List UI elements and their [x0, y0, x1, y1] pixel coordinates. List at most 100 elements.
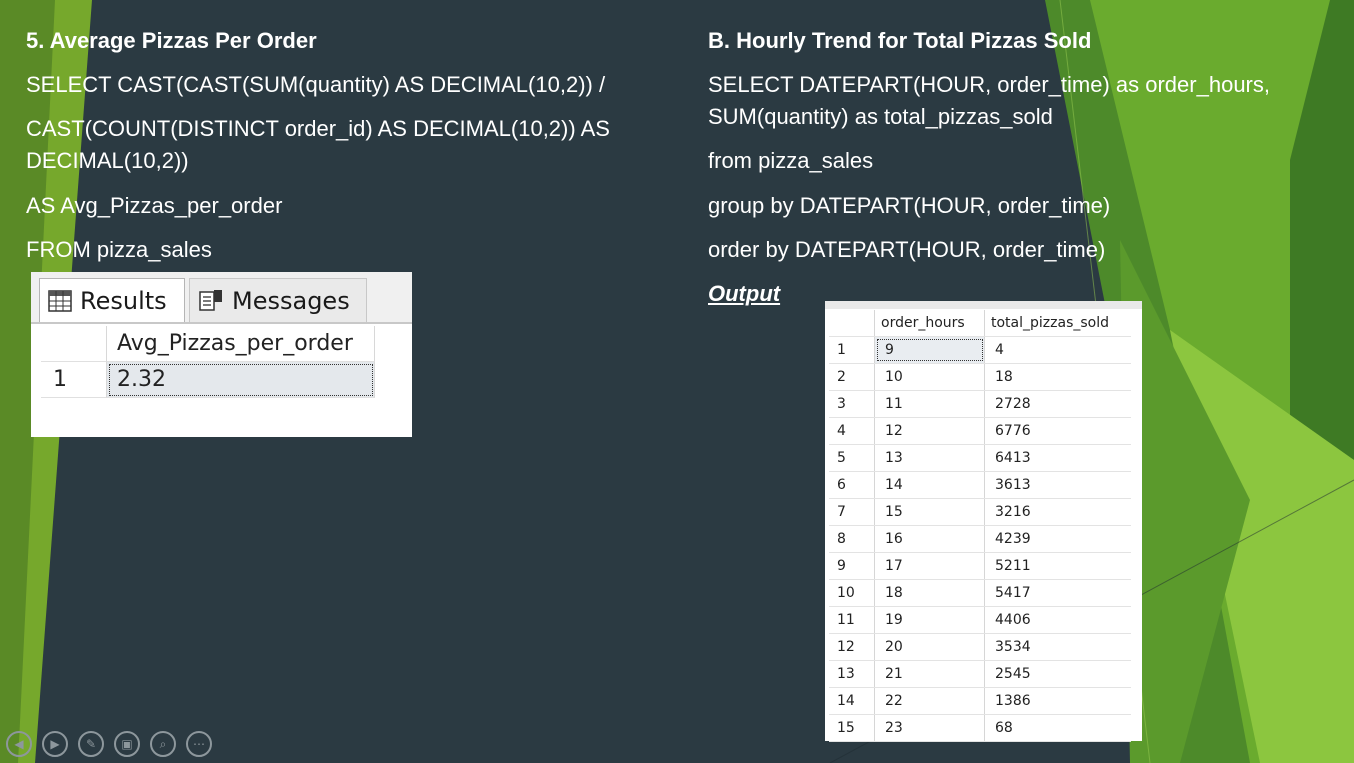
cell-total-pizzas[interactable]: 1386 — [985, 688, 1129, 714]
cell-order-hours[interactable]: 13 — [875, 445, 985, 471]
table-row: 2 10 18 — [829, 364, 1131, 391]
messages-icon — [199, 289, 222, 311]
table-row: 7 15 3216 — [829, 499, 1131, 526]
row-number[interactable]: 9 — [829, 553, 875, 579]
cell-order-hours[interactable]: 18 — [875, 580, 985, 606]
sql-line-3: DECIMAL(10,2)) — [26, 148, 189, 173]
row-number[interactable]: 1 — [41, 362, 107, 398]
grid-icon — [48, 289, 72, 312]
table-row: 8 16 4239 — [829, 526, 1131, 553]
sql-line-2: CAST(COUNT(DISTINCT order_id) AS DECIMAL… — [26, 116, 610, 141]
table-row: 10 18 5417 — [829, 580, 1131, 607]
table-row: 4 12 6776 — [829, 418, 1131, 445]
cell-order-hours[interactable]: 23 — [875, 715, 985, 741]
table-row: 13 21 2545 — [829, 661, 1131, 688]
cell-order-hours[interactable]: 22 — [875, 688, 985, 714]
cell-total-pizzas[interactable]: 3613 — [985, 472, 1129, 498]
more-icon[interactable]: ⋯ — [186, 731, 212, 757]
results-panel-avg: Results Messages Avg_Pizzas_per_order 1 … — [31, 272, 412, 437]
corner-cell — [829, 310, 875, 336]
column-header[interactable]: Avg_Pizzas_per_order — [107, 326, 375, 362]
table-row: 14 22 1386 — [829, 688, 1131, 715]
cell-total-pizzas[interactable]: 18 — [985, 364, 1129, 390]
row-number[interactable]: 1 — [829, 337, 875, 363]
result-cell[interactable]: 2.32 — [107, 362, 375, 398]
row-number[interactable]: 14 — [829, 688, 875, 714]
tab-results[interactable]: Results — [39, 278, 185, 322]
cell-total-pizzas[interactable]: 2728 — [985, 391, 1129, 417]
previous-icon[interactable]: ◀ — [6, 731, 32, 757]
cell-order-hours[interactable]: 14 — [875, 472, 985, 498]
cell-total-pizzas[interactable]: 3534 — [985, 634, 1129, 660]
tab-messages[interactable]: Messages — [189, 278, 367, 322]
sql-line-3: from pizza_sales — [708, 148, 874, 173]
cell-order-hours[interactable]: 12 — [875, 418, 985, 444]
output-label: Output — [708, 281, 781, 306]
row-number[interactable]: 5 — [829, 445, 875, 471]
sql-line-5: order by DATEPART(HOUR, order_time) — [708, 237, 1106, 262]
row-number[interactable]: 10 — [829, 580, 875, 606]
table-row: 1 2.32 — [41, 362, 407, 398]
grid-header-row: order_hours total_pizzas_sold — [829, 310, 1131, 337]
cell-order-hours[interactable]: 21 — [875, 661, 985, 687]
results-grid-hourly: order_hours total_pizzas_sold 1 9 4 2 10 18 3 1… — [829, 310, 1131, 742]
row-number[interactable]: 7 — [829, 499, 875, 525]
cell-total-pizzas[interactable]: 68 — [985, 715, 1129, 741]
tab-results-label: Results — [80, 286, 167, 315]
heading-average-pizzas: 5. Average Pizzas Per Order — [26, 28, 317, 53]
cell-total-pizzas[interactable]: 5211 — [985, 553, 1129, 579]
cell-total-pizzas[interactable]: 4239 — [985, 526, 1129, 552]
grid-header-row: Avg_Pizzas_per_order — [41, 326, 407, 362]
results-panel-hourly: order_hours total_pizzas_sold 1 9 4 2 10 18 3 1… — [825, 301, 1142, 742]
sql-line-1: SELECT DATEPART(HOUR, order_time) as ord… — [708, 72, 1270, 97]
table-row: 11 19 4406 — [829, 607, 1131, 634]
corner-cell — [41, 326, 107, 362]
cell-order-hours[interactable]: 17 — [875, 553, 985, 579]
cell-order-hours[interactable]: 11 — [875, 391, 985, 417]
column-header-order-hours[interactable]: order_hours — [875, 310, 985, 336]
cell-order-hours[interactable]: 20 — [875, 634, 985, 660]
cell-order-hours[interactable]: 19 — [875, 607, 985, 633]
row-number[interactable]: 15 — [829, 715, 875, 741]
cell-total-pizzas[interactable]: 4 — [985, 337, 1129, 363]
slide-nav: ◀ ▶ ✎ ▣ ⌕ ⋯ — [6, 731, 212, 757]
row-number[interactable]: 2 — [829, 364, 875, 390]
cell-total-pizzas[interactable]: 3216 — [985, 499, 1129, 525]
cell-order-hours[interactable]: 10 — [875, 364, 985, 390]
sql-line-5: FROM pizza_sales — [26, 237, 212, 262]
results-tabbar: Results Messages — [31, 272, 412, 324]
pen-icon[interactable]: ✎ — [78, 731, 104, 757]
table-row: 6 14 3613 — [829, 472, 1131, 499]
slides-icon[interactable]: ▣ — [114, 731, 140, 757]
table-row: 12 20 3534 — [829, 634, 1131, 661]
row-number[interactable]: 11 — [829, 607, 875, 633]
cell-total-pizzas[interactable]: 6776 — [985, 418, 1129, 444]
table-row: 15 23 68 — [829, 715, 1131, 742]
row-number[interactable]: 12 — [829, 634, 875, 660]
row-number[interactable]: 4 — [829, 418, 875, 444]
cell-total-pizzas[interactable]: 6413 — [985, 445, 1129, 471]
tab-messages-label: Messages — [232, 286, 350, 315]
next-icon[interactable]: ▶ — [42, 731, 68, 757]
results-grid-avg: Avg_Pizzas_per_order 1 2.32 — [41, 326, 407, 398]
row-number[interactable]: 8 — [829, 526, 875, 552]
table-row: 3 11 2728 — [829, 391, 1131, 418]
sql-line-1: SELECT CAST(CAST(SUM(quantity) AS DECIMA… — [26, 72, 606, 97]
row-number[interactable]: 13 — [829, 661, 875, 687]
zoom-icon[interactable]: ⌕ — [150, 731, 176, 757]
cell-total-pizzas[interactable]: 5417 — [985, 580, 1129, 606]
sql-line-4: AS Avg_Pizzas_per_order — [26, 193, 283, 218]
table-row: 9 17 5211 — [829, 553, 1131, 580]
cell-order-hours[interactable]: 15 — [875, 499, 985, 525]
cell-order-hours[interactable]: 9 — [875, 337, 985, 363]
sql-line-4: group by DATEPART(HOUR, order_time) — [708, 193, 1111, 218]
heading-hourly-trend: B. Hourly Trend for Total Pizzas Sold — [708, 28, 1092, 53]
row-number[interactable]: 6 — [829, 472, 875, 498]
cell-total-pizzas[interactable]: 2545 — [985, 661, 1129, 687]
row-number[interactable]: 3 — [829, 391, 875, 417]
cell-total-pizzas[interactable]: 4406 — [985, 607, 1129, 633]
table-row: 5 13 6413 — [829, 445, 1131, 472]
column-header-total-pizzas[interactable]: total_pizzas_sold — [985, 310, 1129, 336]
cell-order-hours[interactable]: 16 — [875, 526, 985, 552]
panel-top-band — [825, 301, 1142, 309]
